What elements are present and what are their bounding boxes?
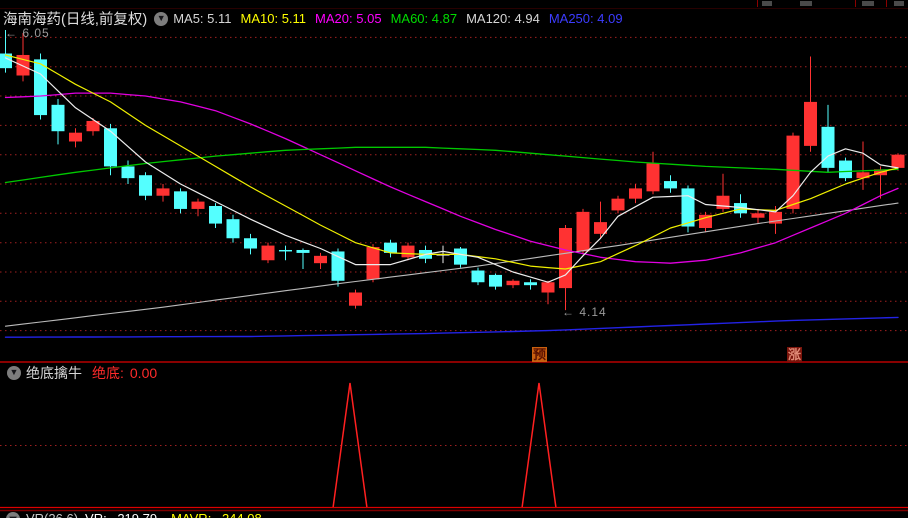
chevron-down-icon[interactable]: ▼ [154, 11, 169, 26]
main-chart-header: 海南海药(日线,前复权) ▼ MA5: 5.11 MA10: 5.11 MA20… [0, 9, 908, 28]
vr-readout: VR: 219.79 [85, 511, 164, 518]
tdx-chart-window: 海南海药(日线,前复权) ▼ MA5: 5.11 MA10: 5.11 MA20… [0, 0, 908, 518]
ma5-readout: MA5: 5.11 [173, 11, 232, 26]
chrome-divider [886, 0, 887, 7]
ma20-readout: MA20: 5.05 [315, 11, 382, 26]
indicator-value: 0.00 [129, 364, 158, 381]
chevron-down-icon[interactable]: ▼ [6, 512, 20, 518]
signal-badge-zhang: 涨 [787, 347, 802, 362]
ma120-readout: MA120: 4.94 [466, 11, 540, 26]
low-price-marker: ← 4.14 [562, 305, 607, 319]
window-chrome-fragment [0, 0, 908, 8]
indicator-name: 绝底擒牛 [26, 364, 82, 381]
chrome-divider [855, 0, 856, 7]
mavr-readout: MAVR: 244.08 [171, 511, 269, 518]
signal-badge-yu: 预 [532, 347, 547, 362]
candlestick-chart-canvas [0, 6, 908, 512]
chevron-down-icon[interactable]: ▼ [7, 365, 21, 380]
indicator-series-label: 绝底: [92, 364, 124, 381]
chrome-icon-fragment [800, 1, 812, 6]
chrome-icon-fragment [894, 1, 904, 6]
chrome-icon-fragment [762, 1, 772, 6]
ma10-readout: MA10: 5.11 [240, 11, 307, 26]
vr-indicator-bar: ▼ VR(26,6) VR: 219.79 MAVR: 244.08 [0, 511, 276, 518]
indicator-panel-header: ▼ 绝底擒牛 绝底: 0.00 [0, 364, 157, 381]
ma60-readout: MA60: 4.87 [390, 11, 458, 26]
vr-indicator-label: VR(26,6) [26, 511, 78, 518]
chrome-icon-fragment [862, 1, 874, 6]
ma250-readout: MA250: 4.09 [548, 11, 623, 26]
chrome-divider [757, 0, 758, 7]
high-price-marker: ← 6.05 [5, 26, 50, 40]
